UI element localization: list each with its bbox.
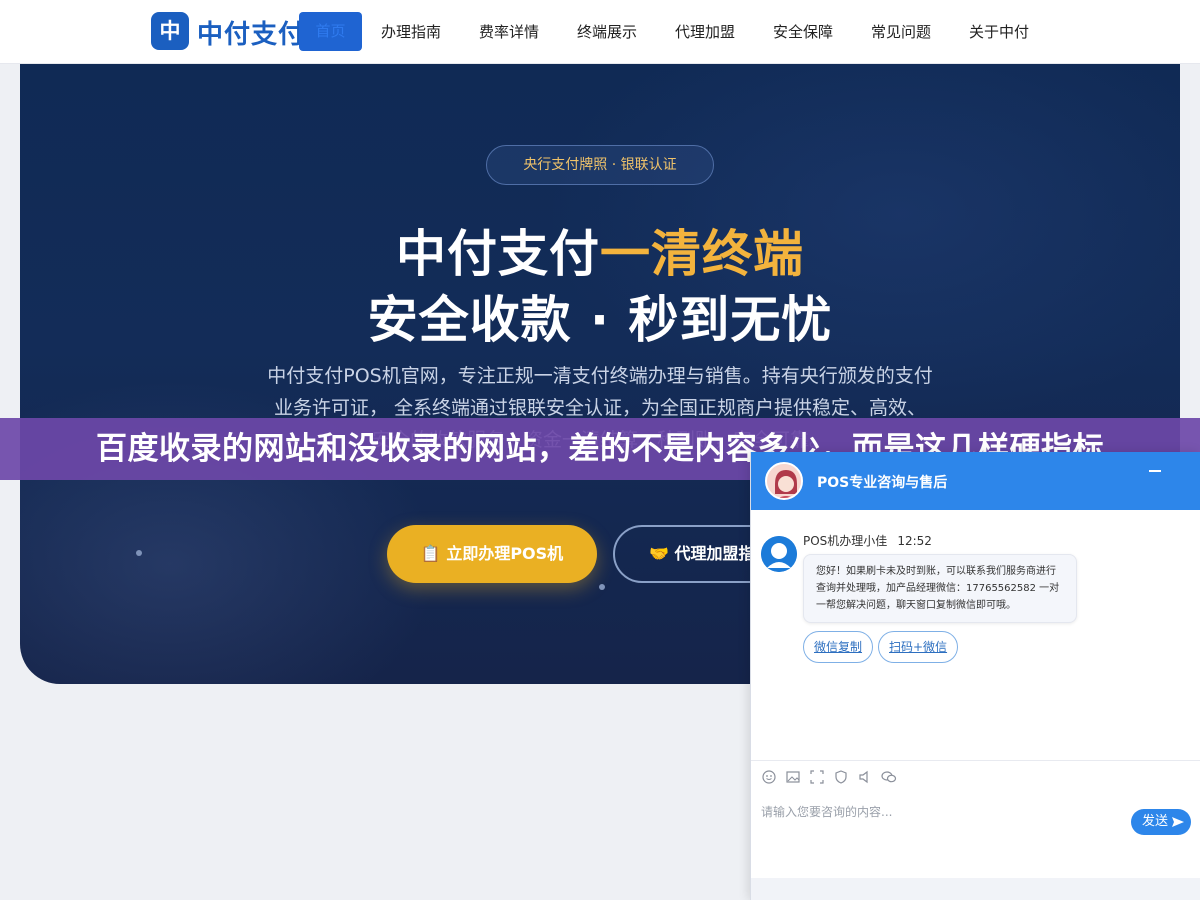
scan-wechat-chip[interactable]: 扫码+微信 [878, 631, 959, 663]
nav-item-guide[interactable]: 办理指南 [381, 21, 441, 42]
send-button[interactable]: 发送 [1131, 809, 1191, 835]
nav-item-agency[interactable]: 代理加盟 [675, 21, 735, 42]
nav-item-security[interactable]: 安全保障 [773, 21, 833, 42]
send-arrow-icon [1172, 817, 1184, 827]
top-navigation: 中 中付支付 首页 办理指南 费率详情 终端展示 代理加盟 安全保障 常见问题 … [0, 0, 1200, 64]
hero-title-highlight: 一清终端 [600, 225, 804, 283]
logo-mark[interactable]: 中 [151, 12, 189, 50]
message-time: 12:52 [897, 534, 932, 548]
chat-footer [751, 878, 1200, 900]
minimize-icon[interactable] [1149, 470, 1161, 472]
audio-icon[interactable] [857, 770, 873, 786]
hero-title-prefix: 中付支付 [396, 225, 600, 283]
support-avatar-icon [765, 462, 803, 500]
clipboard-icon: 📋 [420, 544, 441, 563]
logo-text[interactable]: 中付支付 [197, 14, 305, 51]
chat-title: POS专业咨询与售后 [817, 475, 948, 491]
nav-item-rates[interactable]: 费率详情 [479, 21, 539, 42]
copy-wechat-chip[interactable]: 微信复制 [803, 631, 874, 663]
send-label: 发送 [1142, 814, 1169, 829]
chat-message-input[interactable] [761, 802, 1121, 822]
nav-item-home[interactable]: 首页 [299, 12, 362, 51]
nav-item-faq[interactable]: 常见问题 [871, 21, 931, 42]
wechat-icon[interactable] [881, 770, 897, 786]
decor-dot [136, 550, 142, 556]
chat-widget: POS专业咨询与售后 POS机办理小佳 12:52 您好！如果刷卡未及时到账，可以… [750, 452, 1200, 900]
hero-title-line1: 中付支付一清终端 [20, 214, 1180, 286]
apply-pos-label: 立即办理POS机 [446, 544, 564, 563]
screenshot-icon[interactable] [809, 770, 825, 786]
nav-item-terminals[interactable]: 终端展示 [577, 21, 637, 42]
message-bubble: 您好！如果刷卡未及时到账，可以联系我们服务商进行查询并处理哦，加产品经理微信：1… [803, 554, 1077, 623]
chat-header: POS专业咨询与售后 [751, 452, 1200, 510]
apply-pos-button[interactable]: 📋 立即办理POS机 [387, 525, 597, 583]
nav-item-about[interactable]: 关于中付 [969, 21, 1029, 42]
agent-name: POS机办理小佳 [803, 534, 888, 548]
chat-divider [751, 760, 1200, 761]
agent-name-line: POS机办理小佳 12:52 [803, 532, 932, 549]
image-icon[interactable] [785, 770, 801, 786]
evaluate-icon[interactable] [833, 770, 849, 786]
agent-avatar-icon [761, 536, 797, 572]
hero-title-line2: 安全收款 · 秒到无忧 [367, 291, 833, 349]
emoji-icon[interactable] [761, 770, 777, 786]
license-badge: 央行支付牌照 · 银联认证 [486, 145, 714, 185]
decor-dot [599, 584, 605, 590]
handshake-icon: 🤝 [649, 544, 669, 563]
